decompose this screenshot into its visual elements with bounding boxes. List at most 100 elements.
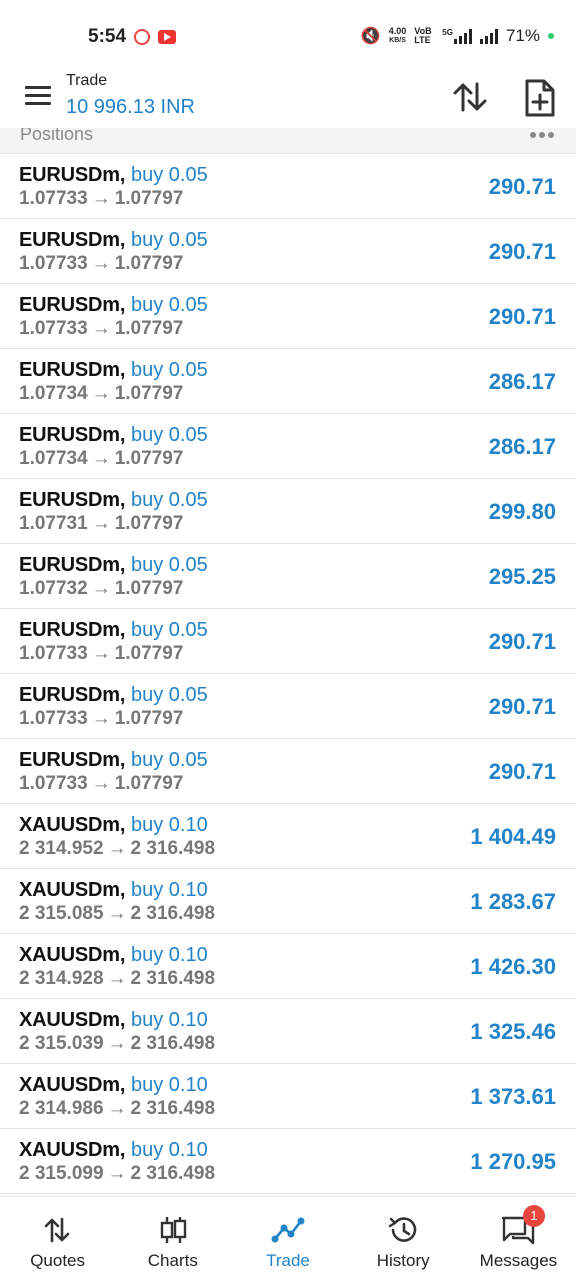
position-symbol: EURUSDm — [19, 164, 120, 186]
position-row[interactable]: XAUUSDm, buy 0.10 2 315.039 → 2 316.498 1 32… — [0, 999, 576, 1064]
position-row[interactable]: XAUUSDm, buy 0.10 2 314.928 → 2 316.498 1 42… — [0, 934, 576, 999]
symbol-separator: , — [119, 489, 131, 511]
position-row[interactable]: EURUSDm, buy 0.05 1.07733 → 1.07797 290.71 — [0, 609, 576, 674]
section-title: Positions — [20, 128, 94, 144]
position-profit: 1 283.67 — [470, 889, 556, 914]
google-app-icon — [134, 29, 150, 45]
page-title: Trade — [66, 72, 108, 89]
position-symbol: XAUUSDm — [19, 1009, 120, 1031]
open-price: 1.07733 — [19, 773, 88, 794]
status-bar: 5:54 🔇 4.00 KB/S VoB LTE 5G 71% — [0, 0, 576, 72]
nav-messages[interactable]: 1 Messages — [461, 1197, 576, 1280]
current-price: 2 316.498 — [130, 968, 216, 989]
position-symbol: EURUSDm — [19, 294, 120, 316]
position-prices: 1.07733 → 1.07797 — [19, 773, 183, 795]
battery-level: 71% — [505, 26, 540, 45]
position-row[interactable]: EURUSDm, buy 0.05 1.07731 → 1.07797 299.80 — [0, 479, 576, 544]
open-price: 2 315.099 — [19, 1163, 104, 1184]
position-symbol: EURUSDm — [19, 684, 120, 706]
position-profit: 290.71 — [488, 759, 556, 784]
position-symbol: XAUUSDm — [19, 814, 120, 836]
position-symbol: XAUUSDm — [19, 879, 120, 901]
nav-quotes[interactable]: Quotes — [0, 1197, 115, 1280]
position-prices: 2 315.099 → 2 316.498 — [19, 1163, 215, 1185]
position-row[interactable]: EURUSDm, buy 0.05 1.07733 → 1.07797 290.71 — [0, 674, 576, 739]
signal-5g-icon: 5G — [442, 28, 472, 44]
position-row[interactable]: XAUUSDm, buy 0.10 2 314.952 → 2 316.498 1 40… — [0, 804, 576, 869]
price-arrow-icon: → — [91, 773, 111, 794]
position-profit: 290.71 — [488, 174, 556, 199]
price-arrow-icon: → — [91, 448, 111, 469]
symbol-separator: , — [119, 294, 131, 316]
current-price: 1.07797 — [114, 188, 184, 209]
position-row[interactable]: XAUUSDm, buy 0.10 2 315.099 → 2 316.498 1 27… — [0, 1129, 576, 1194]
symbol-separator: , — [119, 164, 131, 186]
nav-charts[interactable]: Charts — [115, 1197, 230, 1280]
status-indicators: 🔇 4.00 KB/S VoB LTE 5G 71% — [361, 26, 554, 46]
open-price: 1.07734 — [19, 383, 88, 404]
menu-icon[interactable] — [25, 86, 51, 106]
position-profit: 1 373.61 — [470, 1084, 556, 1109]
price-arrow-icon: → — [107, 903, 127, 924]
current-price: 2 316.498 — [130, 1163, 216, 1184]
position-profit: 290.71 — [488, 239, 556, 264]
price-arrow-icon: → — [91, 188, 111, 209]
position-symbol: XAUUSDm — [19, 1074, 120, 1096]
position-row[interactable]: XAUUSDm, buy 0.10 2 315.085 → 2 316.498 1 28… — [0, 869, 576, 934]
open-price: 1.07734 — [19, 448, 88, 469]
current-price: 1.07797 — [114, 448, 184, 469]
position-prices: 1.07731 → 1.07797 — [19, 513, 183, 535]
symbol-separator: , — [119, 1009, 131, 1031]
current-price: 1.07797 — [114, 708, 184, 729]
position-row[interactable]: EURUSDm, buy 0.05 1.07733 → 1.07797 290.71 — [0, 284, 576, 349]
position-side-volume: buy 0.10 — [130, 1074, 208, 1096]
position-row[interactable]: EURUSDm, buy 0.05 1.07732 → 1.07797 295.25 — [0, 544, 576, 609]
price-arrow-icon: → — [91, 643, 111, 664]
position-prices: 1.07734 → 1.07797 — [19, 383, 183, 405]
nav-trade[interactable]: Trade — [230, 1197, 345, 1280]
position-profit: 295.25 — [488, 564, 556, 589]
symbol-separator: , — [119, 814, 131, 836]
position-side-volume: buy 0.10 — [130, 814, 208, 836]
symbol-separator: , — [119, 749, 131, 771]
more-options-icon[interactable] — [530, 132, 554, 138]
position-row[interactable]: EURUSDm, buy 0.05 1.07734 → 1.07797 286.17 — [0, 349, 576, 414]
status-time: 5:54 — [88, 26, 127, 47]
current-price: 2 316.498 — [130, 1098, 216, 1119]
position-row[interactable]: EURUSDm, buy 0.05 1.07733 → 1.07797 290.71 — [0, 219, 576, 284]
position-prices: 2 315.039 → 2 316.498 — [19, 1033, 215, 1055]
nav-history[interactable]: History — [346, 1197, 461, 1280]
position-symbol: XAUUSDm — [19, 1139, 120, 1161]
position-side-volume: buy 0.05 — [130, 359, 208, 381]
position-title: XAUUSDm, buy 0.10 — [19, 1009, 208, 1032]
network-speed-value: 4.00 — [388, 26, 407, 36]
position-symbol: EURUSDm — [19, 619, 120, 641]
network-speed-unit: KB/S — [389, 37, 406, 44]
position-profit: 290.71 — [488, 304, 556, 329]
position-title: EURUSDm, buy 0.05 — [19, 489, 208, 512]
position-row[interactable]: XAUUSDm, buy 0.10 2 314.986 → 2 316.498 1 37… — [0, 1064, 576, 1129]
account-balance: 10 996.13 INR — [66, 96, 195, 118]
candlestick-icon — [156, 1215, 190, 1245]
sort-icon[interactable] — [452, 80, 488, 114]
position-title: EURUSDm, buy 0.05 — [19, 684, 208, 707]
position-side-volume: buy 0.05 — [130, 424, 208, 446]
new-order-icon[interactable] — [522, 78, 558, 118]
position-prices: 2 314.986 → 2 316.498 — [19, 1098, 215, 1120]
current-price: 1.07797 — [114, 383, 184, 404]
symbol-separator: , — [119, 619, 131, 641]
position-row[interactable]: EURUSDm, buy 0.05 1.07733 → 1.07797 290.71 — [0, 154, 576, 219]
position-title: EURUSDm, buy 0.05 — [19, 359, 208, 382]
current-price: 1.07797 — [114, 253, 184, 274]
open-price: 2 314.928 — [19, 968, 104, 989]
position-title: XAUUSDm, buy 0.10 — [19, 944, 208, 967]
position-symbol: EURUSDm — [19, 359, 120, 381]
position-side-volume: buy 0.05 — [130, 489, 208, 511]
open-price: 2 314.986 — [19, 1098, 104, 1119]
price-arrow-icon: → — [91, 253, 111, 274]
symbol-separator: , — [119, 684, 131, 706]
position-row[interactable]: EURUSDm, buy 0.05 1.07733 → 1.07797 290.71 — [0, 739, 576, 804]
position-row[interactable]: EURUSDm, buy 0.05 1.07734 → 1.07797 286.17 — [0, 414, 576, 479]
symbol-separator: , — [119, 424, 131, 446]
price-arrow-icon: → — [91, 513, 111, 534]
